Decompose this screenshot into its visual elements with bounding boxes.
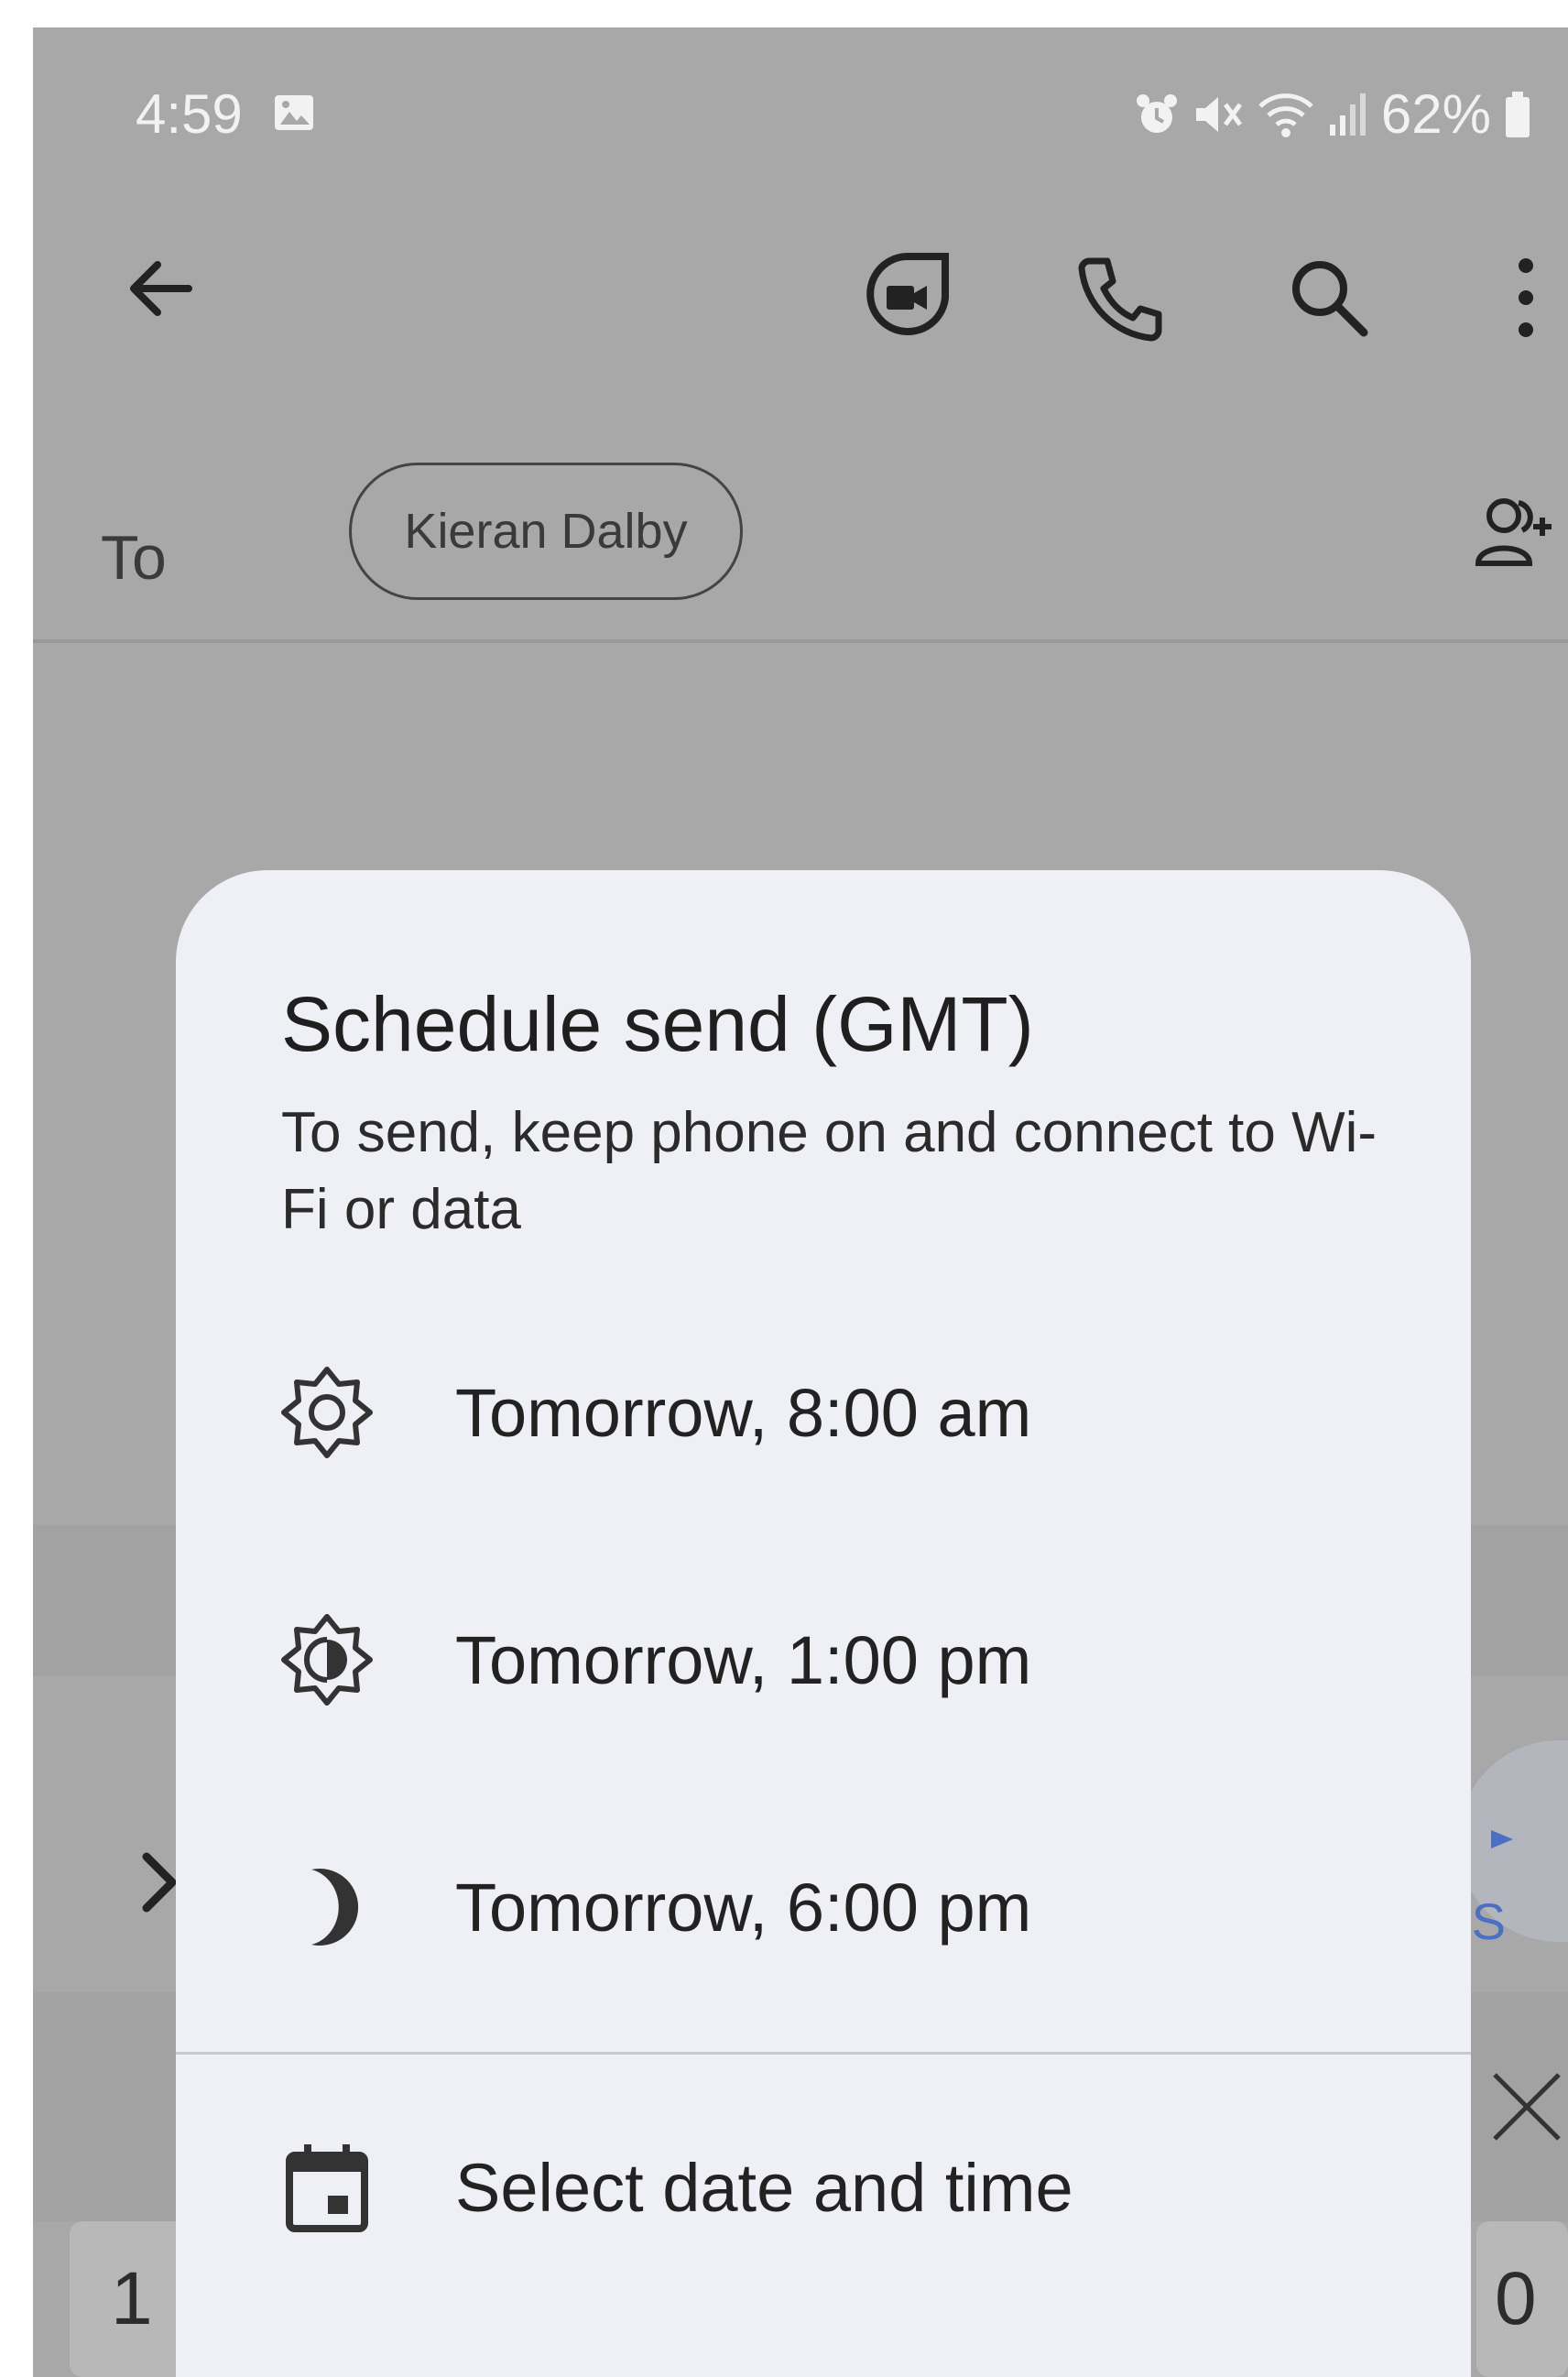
select-date-time-option[interactable]: Select date and time (176, 2096, 1471, 2279)
close-icon[interactable] (1486, 2066, 1568, 2148)
schedule-option-morning[interactable]: Tomorrow, 8:00 am (176, 1321, 1471, 1504)
keyboard-key-0[interactable]: 0 (1476, 2221, 1568, 2377)
to-divider (33, 639, 1568, 643)
recipient-chip-label: Kieran Dalby (404, 504, 688, 559)
back-arrow-icon[interactable] (115, 243, 207, 334)
option-label: Tomorrow, 1:00 pm (455, 1621, 1032, 1698)
sun-icon (281, 1367, 373, 1458)
option-label: Select date and time (455, 2149, 1073, 2226)
half-sun-icon (281, 1614, 373, 1706)
more-vert-icon[interactable] (1498, 247, 1553, 348)
moon-icon (311, 1869, 359, 1946)
to-label: To (101, 523, 167, 593)
schedule-option-evening[interactable]: Tomorrow, 6:00 pm (176, 1815, 1471, 1999)
send-button-label: S (1471, 1892, 1506, 1950)
status-time: 4:59 (136, 83, 243, 145)
battery-percent: 62% (1380, 83, 1491, 145)
option-label: Tomorrow, 8:00 am (455, 1374, 1032, 1451)
status-icons: 62% (1134, 82, 1531, 146)
wifi-icon (1258, 93, 1313, 137)
search-icon[interactable] (1283, 252, 1375, 343)
option-label: Tomorrow, 6:00 pm (455, 1869, 1032, 1946)
gallery-icon (275, 95, 313, 130)
signal-icon (1329, 93, 1366, 136)
schedule-send-sheet: Schedule send (GMT) To send, keep phone … (176, 870, 1471, 2377)
add-contact-icon[interactable] (1473, 490, 1555, 572)
battery-icon (1506, 91, 1530, 137)
sheet-title: Schedule send (GMT) (281, 981, 1034, 1067)
sheet-subtitle: To send, keep phone on and connect to Wi… (281, 1101, 1377, 1241)
phone-icon[interactable] (1073, 252, 1164, 343)
schedule-option-afternoon[interactable]: Tomorrow, 1:00 pm (176, 1568, 1471, 1751)
send-arrow-icon (1491, 1830, 1513, 1848)
messaging-screen: 4:59 62% To Kieran Dalby S 1 0 Schedule … (33, 27, 1568, 2377)
calendar-icon (286, 2144, 368, 2232)
alarm-icon (1136, 93, 1177, 133)
mute-icon (1195, 96, 1242, 132)
sheet-divider (176, 2052, 1471, 2055)
video-call-icon[interactable] (857, 247, 958, 348)
recipient-chip[interactable]: Kieran Dalby (349, 463, 743, 600)
